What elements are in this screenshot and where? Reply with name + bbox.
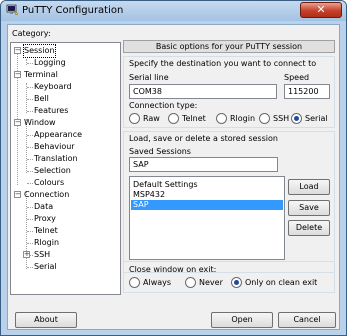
destination-title: Specify the destination you want to conn… — [129, 59, 317, 68]
collapse-icon[interactable]: − — [14, 191, 21, 198]
tree-connector — [27, 147, 33, 148]
tree-item-proxy[interactable]: Proxy — [34, 213, 56, 225]
tree-item-keyboard[interactable]: Keyboard — [34, 81, 72, 93]
session-list-item[interactable]: Default Settings — [131, 180, 283, 190]
radio-rlogin[interactable] — [216, 113, 227, 124]
close-on-exit-group: Close window on exit: Always Never Only on… — [123, 261, 335, 293]
tree-item-connection[interactable]: Connection — [24, 189, 69, 201]
tree-connector — [27, 171, 33, 172]
radio-label-serial[interactable]: Serial — [305, 114, 328, 123]
tree-item-colours[interactable]: Colours — [34, 177, 64, 189]
expand-icon[interactable]: + — [23, 251, 30, 258]
putty-window: PuTTY Configuration ✕ Category: − Session… — [0, 0, 347, 336]
close-on-exit-label: Close window on exit: — [129, 265, 217, 274]
collapse-icon[interactable]: − — [14, 47, 21, 54]
tree-item-data[interactable]: Data — [34, 201, 53, 213]
serial-line-input[interactable]: COM38 — [129, 84, 277, 99]
title-bar[interactable]: PuTTY Configuration ✕ — [1, 1, 346, 21]
session-list-item[interactable]: MSP432 — [131, 190, 283, 200]
radio-ssh[interactable] — [259, 113, 270, 124]
tree-connector — [27, 243, 33, 244]
session-list-item[interactable]: SAP — [131, 200, 283, 210]
tree-item-session[interactable]: Session — [23, 44, 56, 58]
dialog-client-area: Category: − Session Logging − Terminal Keyboa… — [7, 24, 340, 330]
tree-item-serial[interactable]: Serial — [34, 261, 57, 273]
tree-connector — [27, 99, 33, 100]
tree-item-features[interactable]: Features — [34, 105, 68, 117]
tree-connector — [27, 267, 33, 268]
tree-item-appearance[interactable]: Appearance — [34, 129, 82, 141]
tree-item-telnet[interactable]: Telnet — [34, 225, 58, 237]
destination-group: Specify the destination you want to conn… — [123, 56, 335, 128]
cancel-button[interactable]: Cancel — [278, 312, 336, 328]
exit-radio-label[interactable]: Always — [143, 278, 171, 287]
radio-serial[interactable] — [291, 113, 302, 124]
category-tree[interactable]: − Session Logging − Terminal Keyboard Bell Feat… — [10, 42, 121, 295]
tree-item-ssh[interactable]: SSH — [34, 249, 50, 261]
tree-item-logging[interactable]: Logging — [34, 57, 66, 69]
load-button[interactable]: Load — [288, 179, 330, 195]
speed-input[interactable]: 115200 — [284, 84, 330, 99]
tree-item-behaviour[interactable]: Behaviour — [34, 141, 75, 153]
close-icon: ✕ — [316, 3, 326, 16]
radio-label-telnet[interactable]: Telnet — [182, 114, 206, 123]
radio-raw[interactable] — [129, 113, 140, 124]
tree-item-selection[interactable]: Selection — [34, 165, 71, 177]
collapse-icon[interactable]: − — [14, 71, 21, 78]
tree-item-terminal[interactable]: Terminal — [24, 69, 58, 81]
tree-connector — [27, 63, 33, 64]
close-window-button[interactable]: ✕ — [300, 2, 342, 18]
tree-connector — [27, 183, 33, 184]
tree-connector — [27, 135, 33, 136]
exit-radio-label[interactable]: Only on clean exit — [245, 278, 317, 287]
tree-connector — [27, 87, 33, 88]
tree-connector — [27, 111, 33, 112]
saved-session-input[interactable]: SAP — [129, 157, 278, 172]
tree-connector — [27, 219, 33, 220]
save-button[interactable]: Save — [288, 200, 330, 216]
category-label: Category: — [12, 29, 51, 38]
speed-label: Speed — [284, 73, 310, 82]
serial-line-label: Serial line — [129, 73, 169, 82]
exit-radio-always[interactable] — [129, 277, 140, 288]
sessions-title: Load, save or delete a stored session — [129, 134, 278, 143]
saved-sessions-list[interactable]: Default Settings MSP432 SAP — [129, 176, 285, 260]
tree-item-rlogin[interactable]: Rlogin — [34, 237, 59, 249]
tree-item-window[interactable]: Window — [24, 117, 56, 129]
exit-radio-never[interactable] — [185, 277, 196, 288]
panel-header: Basic options for your PuTTY session — [123, 40, 335, 53]
radio-label-raw[interactable]: Raw — [143, 114, 160, 123]
delete-button[interactable]: Delete — [288, 220, 330, 236]
open-button[interactable]: Open — [211, 312, 273, 328]
tree-item-bell[interactable]: Bell — [34, 93, 49, 105]
radio-label-rlogin[interactable]: Rlogin — [230, 114, 255, 123]
radio-label-ssh[interactable]: SSH — [273, 114, 289, 123]
exit-radio-label[interactable]: Never — [199, 278, 223, 287]
radio-telnet[interactable] — [168, 113, 179, 124]
about-button[interactable]: About — [15, 312, 77, 328]
tree-connector — [27, 159, 33, 160]
connection-type-label: Connection type: — [129, 101, 198, 110]
tree-connector — [27, 207, 33, 208]
putty-app-icon — [6, 4, 19, 16]
saved-sessions-label: Saved Sessions — [129, 147, 191, 156]
tree-line-session — [26, 59, 27, 65]
window-title: PuTTY Configuration — [22, 5, 124, 16]
exit-radio-only-on-clean-exit[interactable] — [231, 277, 242, 288]
tree-connector — [27, 231, 33, 232]
collapse-icon[interactable]: − — [14, 119, 21, 126]
tree-item-translation[interactable]: Translation — [34, 153, 78, 165]
